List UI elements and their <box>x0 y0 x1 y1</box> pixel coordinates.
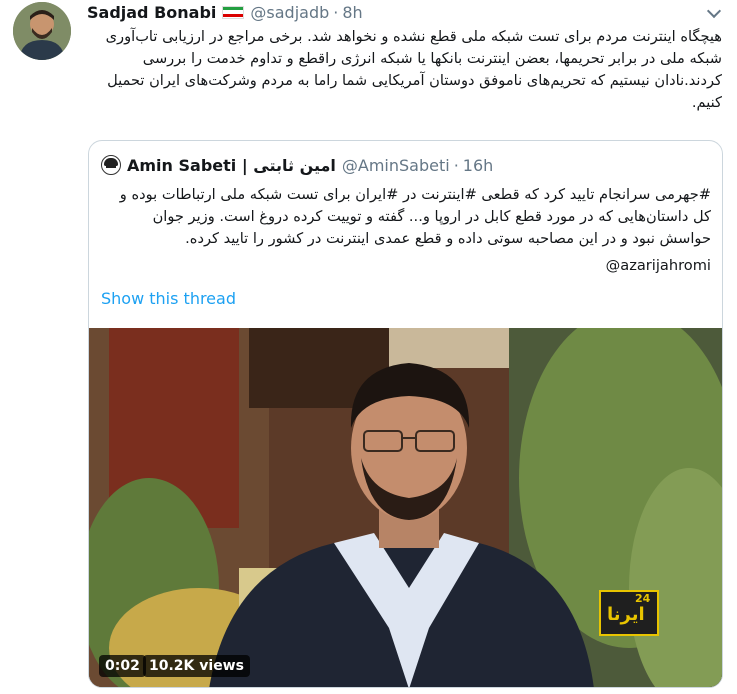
quoted-tweet-body: #جهرمی سرانجام تایید کرد که قطعی #اینترن… <box>119 186 711 247</box>
logo-script: ایرنا <box>607 604 645 625</box>
mention-link[interactable]: @azarijahromi <box>101 257 711 274</box>
separator-dot: · <box>333 2 339 22</box>
video-player[interactable]: 24 ایرنا 0:02 10.2K views <box>89 328 722 687</box>
quoted-tweet-timestamp[interactable]: 16h <box>463 156 494 175</box>
author-handle[interactable]: @sadjadb <box>250 3 329 22</box>
tweet-header: Sadjad Bonabi @sadjadb · 8h <box>87 1 363 23</box>
tweet-timestamp[interactable]: 8h <box>342 3 362 22</box>
author-avatar[interactable] <box>13 2 71 60</box>
tweet-body: هیچگاه اینترنت مردم برای تست شبکه ملی قط… <box>105 28 722 111</box>
video-views-badge: 10.2K views <box>143 655 250 677</box>
quoted-tweet-header: Amin Sabeti | امین ثابتی @AminSabeti · 1… <box>101 153 493 177</box>
quoted-author-handle[interactable]: @AminSabeti <box>342 156 450 175</box>
quoted-author-name[interactable]: Amin Sabeti | امین ثابتی <box>127 156 336 175</box>
chevron-down-icon[interactable] <box>706 3 722 19</box>
quoted-tweet-card[interactable]: Amin Sabeti | امین ثابتی @AminSabeti · 1… <box>88 140 723 688</box>
channel-logo: 24 ایرنا <box>599 590 659 636</box>
author-name[interactable]: Sadjad Bonabi <box>87 3 216 22</box>
separator-dot: · <box>453 155 459 175</box>
iran-flag-icon <box>222 5 245 19</box>
show-thread-link[interactable]: Show this thread <box>101 289 236 308</box>
video-time-badge: 0:02 <box>99 655 146 677</box>
quoted-author-avatar[interactable] <box>101 155 121 175</box>
